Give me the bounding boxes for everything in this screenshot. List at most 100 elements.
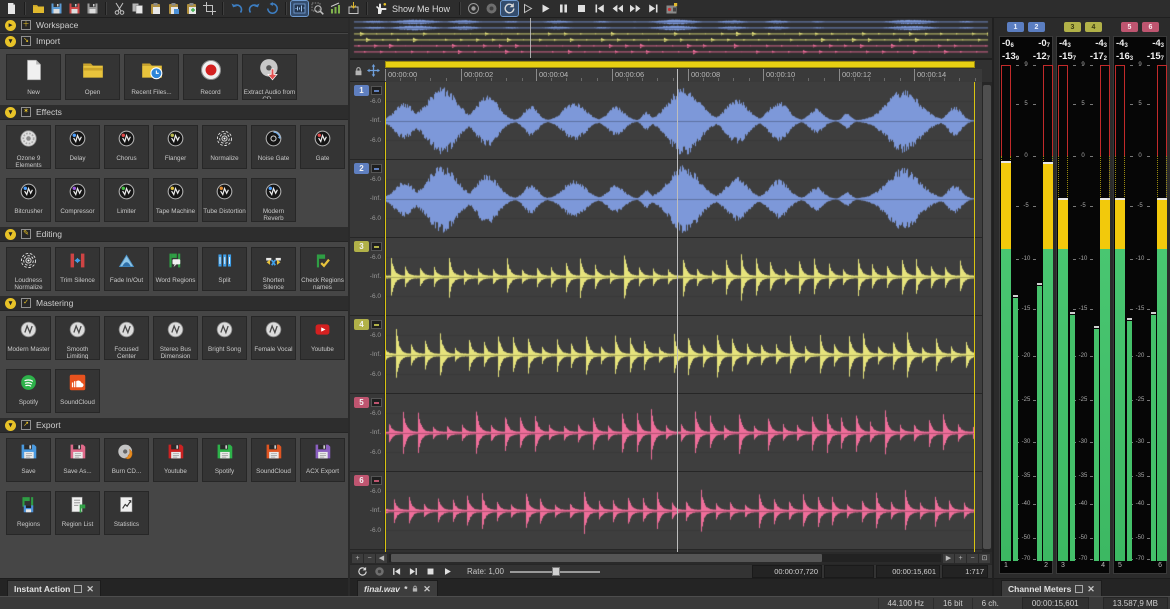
play-plugin-chain-button[interactable] — [519, 1, 536, 16]
stop-transport-button[interactable] — [423, 566, 438, 578]
tile-ozone-9-elements[interactable]: Ozone 9 Elements — [6, 125, 51, 169]
undo-button[interactable] — [228, 1, 245, 16]
float-panel-icon[interactable] — [74, 585, 82, 593]
tile-chorus[interactable]: Chorus — [104, 125, 149, 169]
track-4-canvas[interactable] — [385, 317, 975, 393]
track-5-waveform[interactable] — [385, 394, 975, 471]
tile-regions[interactable]: Regions — [6, 491, 51, 535]
track-4-minimize-button[interactable] — [371, 320, 382, 329]
tile-loudness-normalize[interactable]: Loudness Normalize — [6, 247, 51, 291]
tile-focused-center[interactable]: Focused Center — [104, 316, 149, 360]
h-scroll-thumb[interactable] — [391, 554, 822, 562]
loop-playback-button[interactable] — [501, 1, 518, 16]
record-button[interactable] — [465, 1, 482, 16]
redo-button[interactable] — [246, 1, 263, 16]
tile-tube-distortion[interactable]: Tube Distortion — [202, 178, 247, 222]
save-as-button[interactable] — [66, 1, 83, 16]
rate-slider[interactable] — [510, 567, 600, 577]
pause-button[interactable] — [555, 1, 572, 16]
tab-channel-meters[interactable]: Channel Meters ✕ — [1001, 580, 1102, 596]
section-expand-icon[interactable]: ▾ — [5, 420, 16, 431]
tile-youtube[interactable]: Youtube — [153, 438, 198, 482]
tab-final-wav[interactable]: final.wav * ✕ — [357, 580, 438, 596]
vertical-scrollbar[interactable] — [982, 82, 992, 552]
tile-record[interactable]: Record — [183, 54, 238, 100]
tile-bright-song[interactable]: Bright Song — [202, 316, 247, 360]
tile-modern-reverb[interactable]: Modern Reverb — [251, 178, 296, 222]
tile-check-regions-names[interactable]: Check Regions names — [300, 247, 345, 291]
zoom-out-h-button[interactable]: − — [364, 554, 375, 563]
section-expand-icon[interactable]: ▾ — [5, 107, 16, 118]
play-transport-button[interactable] — [440, 566, 455, 578]
track-2-minimize-button[interactable] — [371, 164, 382, 173]
copy-button[interactable] — [129, 1, 146, 16]
zoom-in-h-button[interactable]: + — [352, 554, 363, 563]
tile-acx-export[interactable]: ACX Export — [300, 438, 345, 482]
tile-shorten-silence[interactable]: Shorten Silence — [251, 247, 296, 291]
time-length-field[interactable]: 00:00:15,601 — [876, 565, 940, 578]
tile-split[interactable]: Split — [202, 247, 247, 291]
rate-slider-thumb[interactable] — [552, 567, 560, 576]
h-scroll-track[interactable] — [389, 554, 941, 562]
track-2-canvas[interactable] — [385, 161, 975, 237]
tile-region-list[interactable]: Region List — [55, 491, 100, 535]
track-6-minimize-button[interactable] — [371, 476, 382, 485]
go-to-start-button[interactable] — [591, 1, 608, 16]
section-header-workspace[interactable]: ▸＋Workspace — [0, 18, 348, 33]
track-5-minimize-button[interactable] — [371, 398, 382, 407]
track-1-waveform[interactable] — [385, 82, 975, 159]
tile-open[interactable]: Open — [65, 54, 120, 100]
new-file-button[interactable] — [3, 1, 20, 16]
record-options-button[interactable] — [483, 1, 500, 16]
track-3-canvas[interactable] — [385, 239, 975, 315]
close-file-icon[interactable]: ✕ — [423, 586, 431, 592]
play-button[interactable] — [537, 1, 554, 16]
tile-delay[interactable]: Delay — [55, 125, 100, 169]
stop-button[interactable] — [573, 1, 590, 16]
tile-bitcrusher[interactable]: Bitcrusher — [6, 178, 51, 222]
tile-tape-machine[interactable]: Tape Machine — [153, 178, 198, 222]
track-1-badge[interactable]: 1 — [354, 85, 369, 96]
section-header-editing[interactable]: ▾✎Editing — [0, 227, 348, 242]
tile-burn-cd[interactable]: Burn CD... — [104, 438, 149, 482]
zoom-tool-button[interactable] — [309, 1, 326, 16]
save-button[interactable] — [48, 1, 65, 16]
tile-new[interactable]: New — [6, 54, 61, 100]
track-3-badge[interactable]: 3 — [354, 241, 369, 252]
lock-icon[interactable] — [353, 65, 364, 77]
tile-fade-in-out[interactable]: Fade In/Out — [104, 247, 149, 291]
zoom-ratio-field[interactable]: 1:717 — [942, 565, 988, 578]
file-overview-strip[interactable] — [350, 18, 992, 60]
tile-spotify[interactable]: Spotify — [6, 369, 51, 413]
section-header-import[interactable]: ▾↘Import — [0, 34, 348, 49]
go-to-end-button[interactable] — [645, 1, 662, 16]
tab-instant-action[interactable]: Instant Action ✕ — [7, 580, 101, 596]
paste-special-button[interactable] — [165, 1, 182, 16]
track-5-badge[interactable]: 5 — [354, 397, 369, 408]
track-6-canvas[interactable] — [385, 473, 975, 549]
track-1-minimize-button[interactable] — [371, 86, 382, 95]
tile-stereo-bus-dimension[interactable]: Stereo Bus Dimension — [153, 316, 198, 360]
section-expand-icon[interactable]: ▾ — [5, 36, 16, 47]
playhead-cursor[interactable] — [677, 69, 678, 552]
cut-button[interactable] — [111, 1, 128, 16]
overview-playhead[interactable] — [530, 18, 531, 58]
import-tool-button[interactable] — [345, 1, 362, 16]
tile-limiter[interactable]: Limiter — [104, 178, 149, 222]
selection-end-line[interactable] — [974, 82, 975, 552]
tile-soundcloud[interactable]: SoundCloud — [55, 369, 100, 413]
close-meters-icon[interactable]: ✕ — [1087, 586, 1095, 592]
event-tool-button[interactable] — [372, 566, 387, 578]
section-header-mastering[interactable]: ▾✓Mastering — [0, 296, 348, 311]
zoom-in-button[interactable]: + — [955, 554, 966, 563]
fast-forward-button[interactable] — [627, 1, 644, 16]
tile-spotify[interactable]: Spotify — [202, 438, 247, 482]
go-to-end-transport-button[interactable] — [406, 566, 421, 578]
tile-flanger[interactable]: Flanger — [153, 125, 198, 169]
show-me-how-label[interactable]: Show Me How — [392, 4, 450, 14]
tile-statistics[interactable]: Statistics — [104, 491, 149, 535]
track-4-badge[interactable]: 4 — [354, 319, 369, 330]
instant-action-toggle-button[interactable] — [291, 1, 308, 16]
tile-modern-master[interactable]: Modern Master — [6, 316, 51, 360]
float-meters-icon[interactable] — [1075, 585, 1083, 593]
